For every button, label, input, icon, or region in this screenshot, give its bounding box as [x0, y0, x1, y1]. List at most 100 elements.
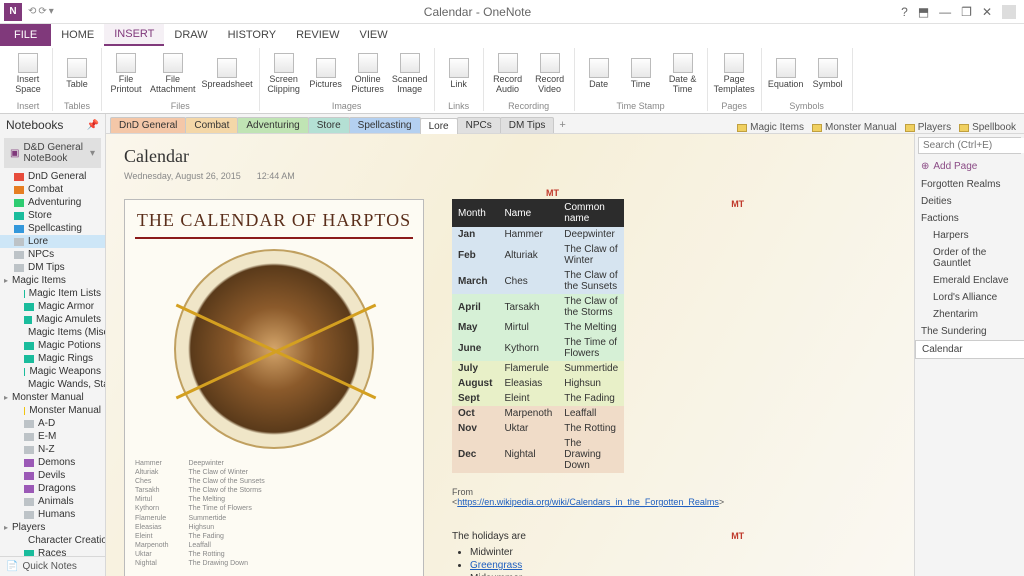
ribbon-scanned-image[interactable]: Scanned Image: [392, 48, 428, 99]
tree-node[interactable]: Magic Potions: [0, 339, 105, 352]
tree-node[interactable]: Humans: [0, 508, 105, 521]
close-icon[interactable]: ✕: [982, 5, 992, 19]
table-row: NovUktarThe Rotting: [452, 421, 624, 436]
tree-node[interactable]: Devils: [0, 469, 105, 482]
section-tab[interactable]: Store: [308, 117, 350, 133]
ribbon-toggle-icon[interactable]: ⬒: [918, 5, 929, 19]
tree-node[interactable]: Demons: [0, 456, 105, 469]
section-tab[interactable]: Spellcasting: [349, 117, 421, 133]
tree-node[interactable]: NPCs: [0, 248, 105, 261]
page-list-item[interactable]: The Sundering: [915, 323, 1024, 340]
ribbon: Insert SpaceInsertTableTablesFile Printo…: [0, 46, 1024, 114]
section-group-link[interactable]: Spellbook: [959, 122, 1016, 133]
tree-node[interactable]: Magic Wands, Staves: [0, 378, 105, 391]
menu-tab-insert[interactable]: INSERT: [104, 24, 164, 46]
ribbon-equation[interactable]: Equation: [768, 48, 804, 99]
tree-node[interactable]: Combat: [0, 183, 105, 196]
quick-notes[interactable]: 📄Quick Notes: [0, 556, 105, 576]
pin-icon[interactable]: 📌: [87, 120, 99, 131]
page-title[interactable]: Calendar: [124, 146, 896, 167]
ribbon-record-video[interactable]: Record Video: [532, 48, 568, 99]
maximize-icon[interactable]: ❐: [961, 5, 972, 19]
tree-node[interactable]: Adventuring: [0, 196, 105, 209]
section-group-link[interactable]: Monster Manual: [812, 122, 897, 133]
page-list-item[interactable]: Emerald Enclave: [915, 272, 1024, 289]
page-list-pane: 🔍 ▾ ⊕Add Page Forgotten RealmsDeitiesFac…: [914, 134, 1024, 576]
page-list-item[interactable]: Lord's Alliance: [915, 289, 1024, 306]
section-tab[interactable]: DM Tips: [500, 117, 555, 133]
table-row: MarchChesThe Claw of the Sunsets: [452, 268, 624, 294]
section-tab[interactable]: Lore: [420, 118, 458, 134]
section-group-link[interactable]: Magic Items: [737, 122, 804, 133]
tree-node[interactable]: N-Z: [0, 443, 105, 456]
tree-node[interactable]: Lore: [0, 235, 105, 248]
page-list-item[interactable]: Deities: [915, 193, 1024, 210]
minimize-icon[interactable]: ―: [939, 5, 951, 19]
tree-node[interactable]: E-M: [0, 430, 105, 443]
page-list-item[interactable]: Calendar: [915, 340, 1024, 359]
section-group-link[interactable]: Players: [905, 122, 951, 133]
tree-node[interactable]: Magic Rings: [0, 352, 105, 365]
tree-node[interactable]: Animals: [0, 495, 105, 508]
tree-node[interactable]: A-D: [0, 417, 105, 430]
file-menu[interactable]: FILE: [0, 24, 51, 46]
add-section[interactable]: +: [553, 117, 571, 133]
search-box[interactable]: 🔍 ▾: [918, 137, 1021, 154]
tree-node[interactable]: Magic Weapons: [0, 365, 105, 378]
ribbon-file-printout[interactable]: File Printout: [108, 48, 144, 99]
ribbon-time[interactable]: Time: [623, 48, 659, 99]
ribbon-file-attachment[interactable]: File Attachment: [150, 48, 196, 99]
ribbon-insert-space[interactable]: Insert Space: [10, 48, 46, 99]
tree-node[interactable]: ▸Monster Manual: [0, 391, 105, 404]
section-tab[interactable]: NPCs: [457, 117, 501, 133]
menu-tab-home[interactable]: HOME: [51, 24, 104, 46]
section-tab[interactable]: DnD General: [110, 117, 186, 133]
tree-node[interactable]: ▸Magic Items: [0, 274, 105, 287]
section-tab[interactable]: Adventuring: [237, 117, 308, 133]
ribbon-spreadsheet[interactable]: Spreadsheet: [202, 48, 253, 99]
add-page[interactable]: ⊕Add Page: [915, 157, 1024, 176]
table-row: JulyFlameruleSummertide: [452, 361, 624, 376]
tree-node[interactable]: Character Creation: [0, 534, 105, 547]
ribbon-date-&-time[interactable]: Date & Time: [665, 48, 701, 99]
tree-node[interactable]: Spellcasting: [0, 222, 105, 235]
menu-tab-view[interactable]: VIEW: [349, 24, 397, 46]
menu-tab-history[interactable]: HISTORY: [218, 24, 287, 46]
page-canvas[interactable]: Calendar Wednesday, August 26, 201512:44…: [106, 134, 914, 576]
menu-tab-review[interactable]: REVIEW: [286, 24, 349, 46]
ribbon-online-pictures[interactable]: Online Pictures: [350, 48, 386, 99]
search-input[interactable]: [919, 138, 1024, 153]
tree-node[interactable]: Monster Manual: [0, 404, 105, 417]
ribbon-screen-clipping[interactable]: Screen Clipping: [266, 48, 302, 99]
page-list-item[interactable]: Factions: [915, 210, 1024, 227]
account-icon[interactable]: [1002, 5, 1016, 19]
ribbon-symbol[interactable]: Symbol: [810, 48, 846, 99]
section-tab[interactable]: Combat: [185, 117, 238, 133]
page-list-item[interactable]: Zhentarim: [915, 306, 1024, 323]
help-icon[interactable]: ?: [901, 5, 908, 19]
tree-node[interactable]: Store: [0, 209, 105, 222]
tree-node[interactable]: ▸Players: [0, 521, 105, 534]
menu-tab-draw[interactable]: DRAW: [164, 24, 217, 46]
tree-node[interactable]: Magic Armor: [0, 300, 105, 313]
ribbon-table[interactable]: Table: [59, 48, 95, 99]
tree-node[interactable]: Magic Items (Misc): [0, 326, 105, 339]
qat[interactable]: ⟲⟳▾: [28, 6, 54, 17]
ribbon-page-templates[interactable]: Page Templates: [714, 48, 755, 99]
source-link[interactable]: https://en.wikipedia.org/wiki/Calendars_…: [457, 497, 719, 507]
tree-node[interactable]: Magic Amulets: [0, 313, 105, 326]
ribbon-pictures[interactable]: Pictures: [308, 48, 344, 99]
tree-node[interactable]: DnD General: [0, 170, 105, 183]
page-list-item[interactable]: Forgotten Realms: [915, 176, 1024, 193]
ribbon-date[interactable]: Date: [581, 48, 617, 99]
tree-node[interactable]: Races: [0, 547, 105, 556]
notebook-selector[interactable]: ▣D&D General NoteBook: [4, 138, 101, 168]
tree-node[interactable]: Magic Item Lists: [0, 287, 105, 300]
ribbon-record-audio[interactable]: Record Audio: [490, 48, 526, 99]
page-list-item[interactable]: Order of the Gauntlet: [915, 244, 1024, 272]
page-list-item[interactable]: Harpers: [915, 227, 1024, 244]
notebooks-header: Notebooks: [6, 118, 63, 132]
ribbon-link[interactable]: Link: [441, 48, 477, 99]
tree-node[interactable]: DM Tips: [0, 261, 105, 274]
tree-node[interactable]: Dragons: [0, 482, 105, 495]
